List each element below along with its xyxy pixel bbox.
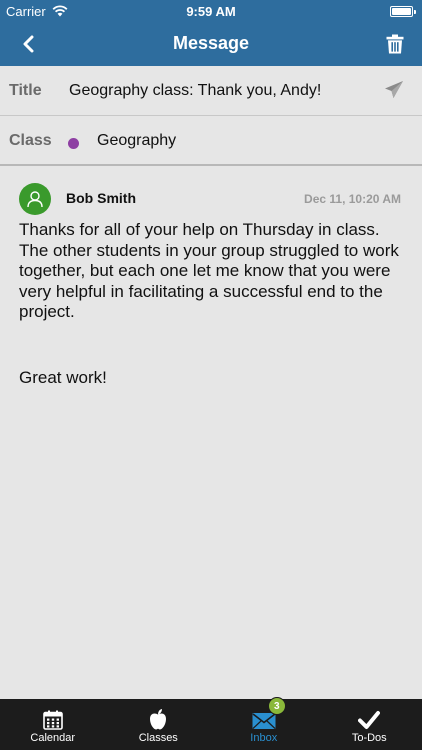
header: Carrier 9:59 AM Message — [0, 0, 422, 66]
status-bar: Carrier 9:59 AM — [0, 0, 422, 22]
class-row: Class Geography — [0, 116, 422, 166]
delete-button[interactable] — [382, 31, 408, 57]
message-signoff: Great work! — [19, 367, 107, 387]
paper-plane-icon — [385, 81, 403, 98]
tab-label-inbox: Inbox — [250, 732, 278, 744]
title-value: Geography class: Thank you, Andy! — [69, 82, 322, 99]
title-label: Title — [9, 82, 42, 99]
message-text: Thanks for all of your help on Thursday … — [19, 220, 404, 321]
envelope-icon: 3 — [252, 697, 286, 730]
page-title: Message — [172, 33, 250, 53]
trash-icon — [386, 34, 404, 54]
battery-fill — [392, 8, 411, 15]
tab-bar: Calendar Classes 3 Inbox To-Dos — [0, 697, 422, 750]
tab-todos[interactable]: To-Dos — [317, 699, 422, 750]
tab-calendar[interactable]: Calendar — [0, 699, 106, 750]
avatar — [19, 183, 51, 215]
nav-bar: Message — [0, 22, 422, 66]
checkmark-icon — [358, 706, 381, 730]
tab-label-classes: Classes — [138, 732, 178, 744]
tab-classes[interactable]: Classes — [106, 699, 212, 750]
class-color-dot — [68, 138, 79, 149]
send-button[interactable] — [384, 80, 406, 102]
inbox-badge: 3 — [267, 697, 286, 715]
message: Bob Smith Dec 11, 10:20 AM Thanks for al… — [0, 168, 422, 698]
sender-name: Bob Smith — [66, 190, 136, 206]
apple-icon — [148, 706, 168, 730]
title-row: Title Geography class: Thank you, Andy! — [0, 66, 422, 116]
tab-label-todos: To-Dos — [351, 732, 387, 744]
calendar-icon — [42, 706, 63, 730]
tab-label-calendar: Calendar — [30, 732, 76, 744]
battery-icon — [390, 6, 416, 17]
status-time: 9:59 AM — [186, 4, 236, 19]
person-icon — [27, 191, 43, 208]
class-label: Class — [9, 132, 52, 149]
class-value: Geography — [97, 132, 177, 149]
message-body: Thanks for all of your help on Thursday … — [19, 220, 404, 388]
message-date: Dec 11, 10:20 AM — [304, 192, 401, 206]
tab-inbox[interactable]: 3 Inbox — [211, 697, 317, 750]
